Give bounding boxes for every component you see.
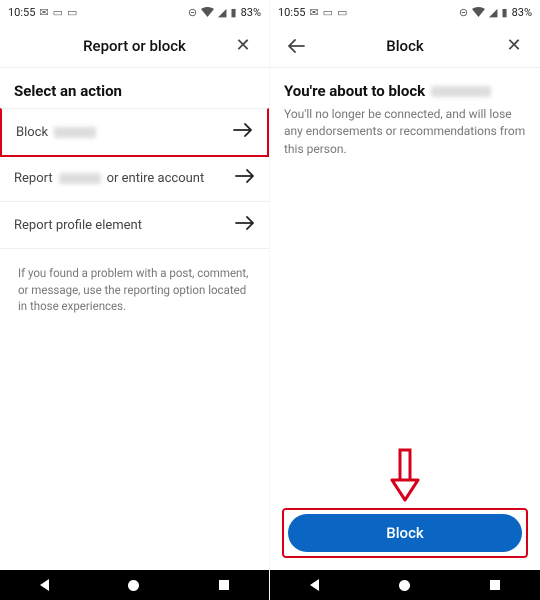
battery-icon: ▮	[502, 6, 508, 19]
nav-recents-button[interactable]	[219, 580, 229, 590]
gmail-icon: ✉	[309, 6, 318, 19]
messages-icon: ▭	[53, 6, 63, 19]
nav-home-button[interactable]	[399, 580, 410, 591]
footer: Block	[270, 500, 540, 566]
arrow-right-icon	[235, 169, 255, 187]
page-title: Report or block	[40, 37, 229, 55]
app-bar: Block ✕	[270, 24, 540, 68]
nav-back-button[interactable]	[310, 579, 319, 591]
dnd-icon: ⊝	[188, 6, 197, 19]
info-hint: If you found a problem with a post, comm…	[0, 249, 269, 331]
nav-recents-button[interactable]	[490, 580, 500, 590]
annotation-highlight: Block	[282, 508, 528, 558]
action-label-text: Report profile element	[14, 218, 142, 233]
block-heading-text: You're about to block	[284, 82, 425, 100]
action-label-text: Report	[14, 171, 53, 186]
annotation-arrow-down	[388, 448, 422, 504]
wifi-icon	[201, 7, 214, 17]
section-heading: Select an action	[0, 68, 269, 110]
nav-back-button[interactable]	[40, 579, 49, 591]
gmail-icon: ✉	[39, 6, 48, 19]
status-time: 10:55	[8, 6, 35, 19]
redacted-name	[54, 127, 96, 138]
redacted-name	[431, 86, 491, 97]
app-icon: ▭	[337, 6, 347, 19]
nav-home-button[interactable]	[128, 580, 139, 591]
redacted-name	[59, 173, 101, 184]
action-report-account[interactable]: Report or entire account	[0, 155, 269, 202]
close-icon[interactable]: ✕	[500, 35, 528, 56]
status-battery: 83%	[241, 6, 261, 19]
status-bar: 10:55 ✉ ▭ ▭ ⊝ ◢ ▮ 83%	[0, 0, 269, 24]
content-area: Select an action Block Report or entire …	[0, 68, 269, 600]
messages-icon: ▭	[323, 6, 333, 19]
screen-report-or-block: 10:55 ✉ ▭ ▭ ⊝ ◢ ▮ 83% Report or block ✕ …	[0, 0, 270, 600]
battery-icon: ▮	[231, 6, 237, 19]
block-heading: You're about to block	[270, 68, 540, 106]
page-title: Block	[310, 37, 500, 55]
wifi-icon	[472, 7, 485, 17]
action-report-profile-element[interactable]: Report profile element	[0, 202, 269, 249]
status-bar: 10:55 ✉ ▭ ▭ ⊝ ◢ ▮ 83%	[270, 0, 540, 24]
signal-icon: ◢	[218, 6, 226, 19]
action-block-user[interactable]: Block	[0, 108, 269, 157]
status-battery: 83%	[512, 6, 532, 19]
arrow-right-icon	[235, 216, 255, 234]
dnd-icon: ⊝	[459, 6, 468, 19]
status-time: 10:55	[278, 6, 305, 19]
back-icon[interactable]	[282, 39, 310, 53]
arrow-right-icon	[233, 123, 253, 141]
app-icon: ▭	[67, 6, 77, 19]
android-nav-bar	[270, 570, 540, 600]
action-label-text: Block	[16, 125, 48, 140]
app-bar: Report or block ✕	[0, 24, 269, 68]
signal-icon: ◢	[489, 6, 497, 19]
action-label-suffix: or entire account	[107, 171, 205, 186]
block-description: You'll no longer be connected, and will …	[270, 106, 540, 158]
block-button[interactable]: Block	[288, 514, 522, 552]
block-button-label: Block	[386, 524, 423, 542]
screen-block-confirm: 10:55 ✉ ▭ ▭ ⊝ ◢ ▮ 83% Block ✕	[270, 0, 540, 600]
android-nav-bar	[0, 570, 269, 600]
close-icon[interactable]: ✕	[229, 35, 257, 56]
